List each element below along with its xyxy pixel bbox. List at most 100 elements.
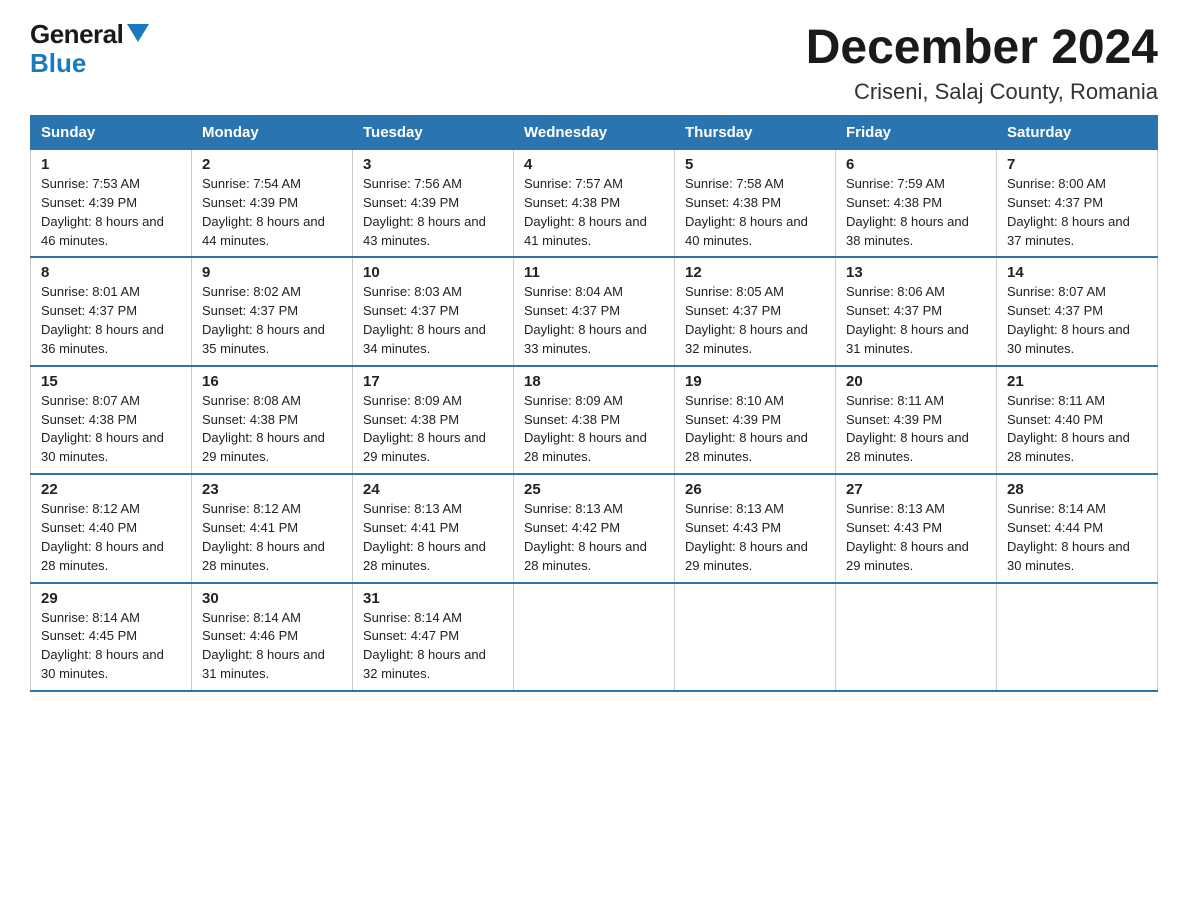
day-number: 28: [1007, 481, 1147, 498]
day-info: Sunrise: 8:14 AMSunset: 4:46 PMDaylight:…: [202, 610, 325, 682]
day-number: 17: [363, 373, 503, 390]
day-number: 6: [846, 156, 986, 173]
day-info: Sunrise: 8:00 AMSunset: 4:37 PMDaylight:…: [1007, 176, 1130, 248]
calendar-header-thursday: Thursday: [675, 116, 836, 150]
day-number: 19: [685, 373, 825, 390]
calendar-day-cell: 4Sunrise: 7:57 AMSunset: 4:38 PMDaylight…: [514, 150, 675, 258]
day-number: 24: [363, 481, 503, 498]
day-number: 2: [202, 156, 342, 173]
day-info: Sunrise: 7:58 AMSunset: 4:38 PMDaylight:…: [685, 176, 808, 248]
calendar-day-cell: 14 Sunrise: 8:07 AMSunset: 4:37 PMDayligh…: [997, 257, 1158, 365]
day-info: Sunrise: 8:09 AMSunset: 4:38 PMDaylight:…: [363, 393, 486, 465]
day-info: Sunrise: 8:01 AMSunset: 4:37 PMDaylight:…: [41, 284, 164, 356]
calendar-week-row: 1 Sunrise: 7:53 AMSunset: 4:39 PMDaylight…: [31, 150, 1158, 258]
day-number: 23: [202, 481, 342, 498]
day-number: 27: [846, 481, 986, 498]
day-info: Sunrise: 8:09 AMSunset: 4:38 PMDaylight:…: [524, 393, 647, 465]
page-title: December 2024: [806, 20, 1158, 75]
day-info: Sunrise: 8:12 AMSunset: 4:40 PMDaylight:…: [41, 501, 164, 573]
calendar-day-cell: 30 Sunrise: 8:14 AMSunset: 4:46 PMDayligh…: [192, 583, 353, 691]
day-info: Sunrise: 7:53 AMSunset: 4:39 PMDaylight:…: [41, 176, 164, 248]
calendar-day-cell: 24 Sunrise: 8:13 AMSunset: 4:41 PMDayligh…: [353, 474, 514, 582]
calendar-day-cell: 27 Sunrise: 8:13 AMSunset: 4:43 PMDayligh…: [836, 474, 997, 582]
day-number: 9: [202, 264, 342, 281]
day-number: 15: [41, 373, 181, 390]
calendar-day-cell: 11Sunrise: 8:04 AMSunset: 4:37 PMDayligh…: [514, 257, 675, 365]
calendar-day-cell: 23 Sunrise: 8:12 AMSunset: 4:41 PMDayligh…: [192, 474, 353, 582]
page-header: General Blue December 2024 Criseni, Sala…: [30, 20, 1158, 105]
calendar-header-sunday: Sunday: [31, 116, 192, 150]
calendar-week-row: 15Sunrise: 8:07 AMSunset: 4:38 PMDayligh…: [31, 366, 1158, 474]
calendar-day-cell: 21 Sunrise: 8:11 AMSunset: 4:40 PMDayligh…: [997, 366, 1158, 474]
day-info: Sunrise: 8:07 AMSunset: 4:37 PMDaylight:…: [1007, 284, 1130, 356]
calendar-day-cell: 10 Sunrise: 8:03 AMSunset: 4:37 PMDayligh…: [353, 257, 514, 365]
day-number: 10: [363, 264, 503, 281]
calendar-header-tuesday: Tuesday: [353, 116, 514, 150]
calendar-day-cell: 29Sunrise: 8:14 AMSunset: 4:45 PMDayligh…: [31, 583, 192, 691]
calendar-header-monday: Monday: [192, 116, 353, 150]
calendar-day-cell: 2Sunrise: 7:54 AMSunset: 4:39 PMDaylight…: [192, 150, 353, 258]
calendar-header-saturday: Saturday: [997, 116, 1158, 150]
calendar-day-cell: 31 Sunrise: 8:14 AMSunset: 4:47 PMDayligh…: [353, 583, 514, 691]
day-info: Sunrise: 8:02 AMSunset: 4:37 PMDaylight:…: [202, 284, 325, 356]
calendar-day-cell: 16 Sunrise: 8:08 AMSunset: 4:38 PMDayligh…: [192, 366, 353, 474]
page-subtitle: Criseni, Salaj County, Romania: [806, 79, 1158, 105]
calendar-header-wednesday: Wednesday: [514, 116, 675, 150]
calendar-day-cell: 7 Sunrise: 8:00 AMSunset: 4:37 PMDaylight…: [997, 150, 1158, 258]
day-number: 12: [685, 264, 825, 281]
day-number: 4: [524, 156, 664, 173]
day-info: Sunrise: 8:03 AMSunset: 4:37 PMDaylight:…: [363, 284, 486, 356]
logo-blue-text: Blue: [30, 48, 86, 78]
calendar-day-cell: 3 Sunrise: 7:56 AMSunset: 4:39 PMDaylight…: [353, 150, 514, 258]
day-info: Sunrise: 7:56 AMSunset: 4:39 PMDaylight:…: [363, 176, 486, 248]
calendar-week-row: 8Sunrise: 8:01 AMSunset: 4:37 PMDaylight…: [31, 257, 1158, 365]
day-info: Sunrise: 8:13 AMSunset: 4:43 PMDaylight:…: [846, 501, 969, 573]
calendar-day-cell: 25Sunrise: 8:13 AMSunset: 4:42 PMDayligh…: [514, 474, 675, 582]
calendar-day-cell: 15Sunrise: 8:07 AMSunset: 4:38 PMDayligh…: [31, 366, 192, 474]
day-number: 7: [1007, 156, 1147, 173]
day-number: 11: [524, 264, 664, 281]
day-number: 5: [685, 156, 825, 173]
day-info: Sunrise: 7:59 AMSunset: 4:38 PMDaylight:…: [846, 176, 969, 248]
day-number: 18: [524, 373, 664, 390]
day-info: Sunrise: 8:13 AMSunset: 4:41 PMDaylight:…: [363, 501, 486, 573]
day-number: 21: [1007, 373, 1147, 390]
calendar-day-cell: 17 Sunrise: 8:09 AMSunset: 4:38 PMDayligh…: [353, 366, 514, 474]
day-number: 25: [524, 481, 664, 498]
logo-general-text: General: [30, 20, 123, 49]
calendar-day-cell: 1 Sunrise: 7:53 AMSunset: 4:39 PMDaylight…: [31, 150, 192, 258]
logo: General Blue: [30, 20, 149, 77]
day-info: Sunrise: 8:08 AMSunset: 4:38 PMDaylight:…: [202, 393, 325, 465]
day-info: Sunrise: 8:13 AMSunset: 4:43 PMDaylight:…: [685, 501, 808, 573]
day-number: 20: [846, 373, 986, 390]
title-block: December 2024 Criseni, Salaj County, Rom…: [806, 20, 1158, 105]
day-number: 26: [685, 481, 825, 498]
day-number: 31: [363, 590, 503, 607]
calendar-day-cell: 22Sunrise: 8:12 AMSunset: 4:40 PMDayligh…: [31, 474, 192, 582]
calendar-day-cell: [836, 583, 997, 691]
calendar-day-cell: [675, 583, 836, 691]
day-info: Sunrise: 8:06 AMSunset: 4:37 PMDaylight:…: [846, 284, 969, 356]
day-number: 13: [846, 264, 986, 281]
calendar-day-cell: 13 Sunrise: 8:06 AMSunset: 4:37 PMDayligh…: [836, 257, 997, 365]
day-info: Sunrise: 8:11 AMSunset: 4:39 PMDaylight:…: [846, 393, 969, 465]
calendar-day-cell: 18 Sunrise: 8:09 AMSunset: 4:38 PMDayligh…: [514, 366, 675, 474]
day-info: Sunrise: 8:14 AMSunset: 4:44 PMDaylight:…: [1007, 501, 1130, 573]
calendar-day-cell: 19Sunrise: 8:10 AMSunset: 4:39 PMDayligh…: [675, 366, 836, 474]
calendar-day-cell: 9 Sunrise: 8:02 AMSunset: 4:37 PMDaylight…: [192, 257, 353, 365]
day-info: Sunrise: 8:11 AMSunset: 4:40 PMDaylight:…: [1007, 393, 1130, 465]
calendar-day-cell: 8Sunrise: 8:01 AMSunset: 4:37 PMDaylight…: [31, 257, 192, 365]
calendar-week-row: 22Sunrise: 8:12 AMSunset: 4:40 PMDayligh…: [31, 474, 1158, 582]
day-number: 16: [202, 373, 342, 390]
day-number: 1: [41, 156, 181, 173]
calendar-day-cell: 28 Sunrise: 8:14 AMSunset: 4:44 PMDayligh…: [997, 474, 1158, 582]
day-number: 14: [1007, 264, 1147, 281]
calendar-day-cell: 12Sunrise: 8:05 AMSunset: 4:37 PMDayligh…: [675, 257, 836, 365]
day-info: Sunrise: 8:12 AMSunset: 4:41 PMDaylight:…: [202, 501, 325, 573]
day-number: 3: [363, 156, 503, 173]
day-number: 30: [202, 590, 342, 607]
calendar-day-cell: 26 Sunrise: 8:13 AMSunset: 4:43 PMDayligh…: [675, 474, 836, 582]
calendar-header-row: SundayMondayTuesdayWednesdayThursdayFrid…: [31, 116, 1158, 150]
logo-triangle-icon: [127, 24, 149, 42]
day-info: Sunrise: 8:14 AMSunset: 4:47 PMDaylight:…: [363, 610, 486, 682]
